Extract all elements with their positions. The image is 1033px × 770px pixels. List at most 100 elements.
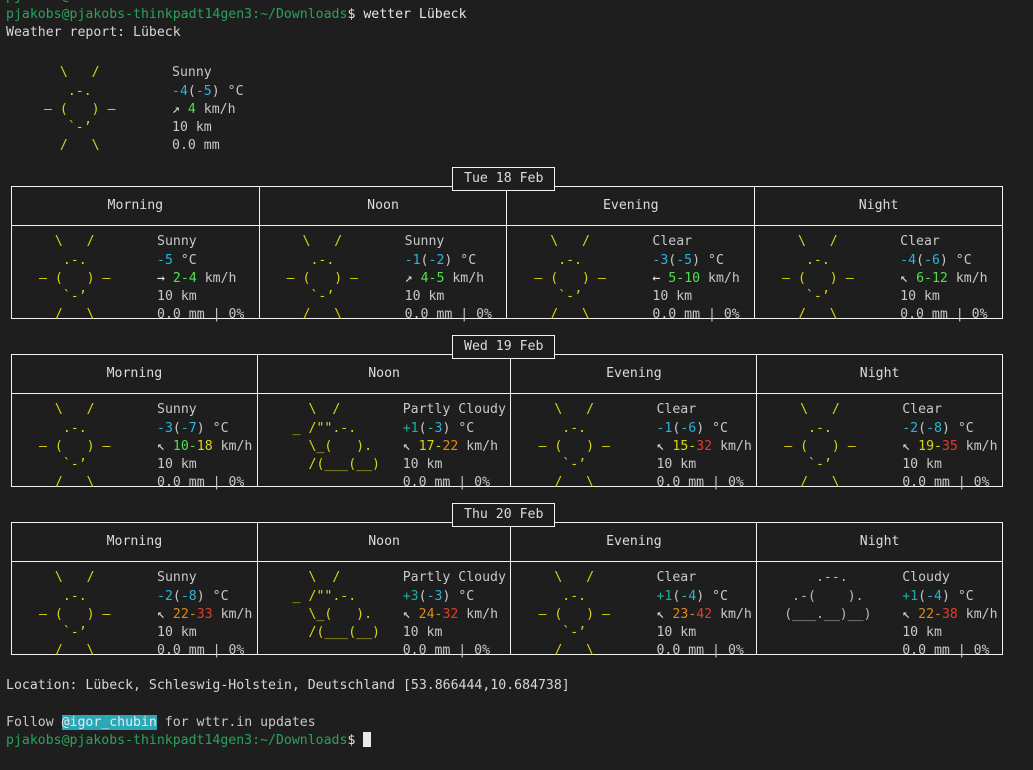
wind-speed-low: 15 xyxy=(672,438,689,454)
visibility: 10 km xyxy=(902,625,942,641)
temp-feels-like: -3 xyxy=(426,420,443,436)
forecast-cell: \ / .-. ― ( ) ― `-’ / \ Clear -3(-5) °C … xyxy=(506,226,754,322)
column-header-morning: Morning xyxy=(12,187,259,227)
wind-unit: km/h xyxy=(212,606,253,622)
wind-unit: km/h xyxy=(458,438,499,454)
follow-handle-link[interactable]: @igor_chubin xyxy=(61,714,157,730)
temp-unit: °C xyxy=(704,588,728,604)
art-line: ― ( ) ― xyxy=(44,101,116,117)
typed-command: wetter Lübeck xyxy=(363,7,467,22)
wind-arrow-icon: ↗ xyxy=(404,270,413,286)
art-line: .-. xyxy=(784,420,856,436)
art-line: ― ( ) ― xyxy=(39,438,111,454)
temperature: -2 xyxy=(157,588,173,604)
condition-text: Partly Cloudy xyxy=(402,402,506,418)
temp-feels-like: -4 xyxy=(926,588,942,604)
visibility: 10 km xyxy=(404,289,445,305)
visibility: 10 km xyxy=(157,625,197,641)
clipped-previous-line: pjakobs@ xyxy=(6,0,70,6)
follow-line: Follow @igor_chubin for wttr.in updates xyxy=(0,714,1033,732)
precipitation: 0.0 mm | 0% xyxy=(402,643,491,659)
wind-unit: km/h xyxy=(444,270,485,286)
temp-feels-like: -2 xyxy=(428,252,445,268)
condition-text: Cloudy xyxy=(902,570,950,586)
weather-art: \ / _ /"".-. \_( ). /(___(__) xyxy=(258,401,403,478)
precipitation: 0.0 mm | 0% xyxy=(902,643,990,659)
weather-art: \ / .-. ― ( ) ― `-’ / \ xyxy=(12,233,157,322)
wind-speed-low: 4 xyxy=(420,270,429,286)
wind-speed-high: 10 xyxy=(684,270,701,286)
temp-feels-like: -8 xyxy=(180,588,197,604)
precipitation: 0.0 mm | 0% xyxy=(656,475,744,491)
art-line: .-. xyxy=(44,83,116,99)
art-line: `-’ xyxy=(538,457,610,473)
temp-paren-close: ) xyxy=(692,252,701,268)
temp-feels-like: -6 xyxy=(924,252,940,268)
final-prompt-line[interactable]: pjakobs@pjakobs-thinkpadt14gen3:~/Downlo… xyxy=(0,732,1033,750)
wind-unit: km/h xyxy=(957,606,998,622)
temp-unit: °C xyxy=(204,420,229,436)
temp-unit: °C xyxy=(450,420,475,436)
art-line: ― ( ) ― xyxy=(784,438,856,454)
weather-art: \ / .-. ― ( ) ― `-’ / \ xyxy=(507,233,652,322)
wind-arrow-icon: ↖ xyxy=(900,270,909,286)
visibility: 10 km xyxy=(157,457,197,473)
forecast-cell: \ / .-. ― ( ) ― `-’ / \ Clear -2(-8) °C … xyxy=(756,394,1002,490)
temperature: -1 xyxy=(656,420,673,436)
art-line: ― ( ) ― xyxy=(782,270,854,286)
art-line: ― ( ) ― xyxy=(538,606,610,622)
weather-info: Partly Cloudy +3(-3) °C ↖ 24-32 km/h 10 … xyxy=(403,569,511,658)
art-line: `-’ xyxy=(39,457,111,473)
temperature: -3 xyxy=(157,420,173,436)
temperature: +1 xyxy=(656,588,673,604)
current-wind-speed: 4 xyxy=(187,101,196,117)
temp-paren-open: ( xyxy=(918,588,927,604)
art-line: / \ xyxy=(44,138,116,154)
precipitation: 0.0 mm | 0% xyxy=(652,307,740,323)
follow-prefix: Follow xyxy=(6,714,62,730)
current-condition: Sunny xyxy=(172,65,212,81)
prompt-path: ~/Downloads xyxy=(260,7,348,22)
art-line: \ / xyxy=(534,234,606,250)
current-wind-arrow-icon: ↗ xyxy=(172,101,180,117)
weather-art: \ / .-. ― ( ) ― `-’ / \ xyxy=(511,401,656,490)
visibility: 10 km xyxy=(157,289,197,305)
art-line: `-’ xyxy=(784,457,856,473)
art-line: \ / xyxy=(784,402,856,418)
weather-info: Clear -1(-6) °C ↖ 15-32 km/h 10 km 0.0 m… xyxy=(656,401,756,490)
art-line: _ /"".-. xyxy=(284,588,357,604)
wind-speed-high: 12 xyxy=(931,270,948,286)
column-header-morning: Morning xyxy=(12,523,257,563)
precipitation: 0.0 mm | 0% xyxy=(402,475,491,491)
forecast-cell: \ / .-. ― ( ) ― `-’ / \ Sunny -3(-7) °C … xyxy=(12,394,257,490)
prompt-colon: : xyxy=(252,7,261,22)
wind-speed-dash: - xyxy=(188,438,197,454)
temp-feels-like: -5 xyxy=(676,252,693,268)
wind-unit: km/h xyxy=(458,606,499,622)
column-header-night: Night xyxy=(754,187,1002,227)
weather-info: Sunny -3(-7) °C ↖ 10-18 km/h 10 km 0.0 m… xyxy=(157,401,257,490)
wind-unit: km/h xyxy=(196,270,237,286)
forecast-cell: .--. .-( ). (___.__)__) Cloudy +1(-4) °C … xyxy=(756,562,1002,658)
forecast-day-block: Thu 20 Feb Morning Noon Evening Night \ / .-… xyxy=(0,503,1033,671)
precipitation: 0.0 mm | 0% xyxy=(157,643,245,659)
temp-unit: °C xyxy=(949,588,974,604)
temp-unit: °C xyxy=(704,420,728,436)
weather-info: Clear -3(-5) °C ← 5-10 km/h 10 km 0.0 mm… xyxy=(652,233,754,322)
forecast-cell: \ / _ /"".-. \_( ). /(___(__) Partly Clou… xyxy=(256,562,511,658)
temperature: -4 xyxy=(900,252,917,268)
temp-feels-like: -6 xyxy=(680,420,697,436)
wind-speed-high: 38 xyxy=(941,606,958,622)
temp-feels-like: -4 xyxy=(680,588,697,604)
temperature: +1 xyxy=(902,588,919,604)
temp-unit: °C xyxy=(450,588,475,604)
wind-speed-high: 4 xyxy=(188,270,197,286)
art-line: .-. xyxy=(286,252,359,268)
column-header-evening: Evening xyxy=(510,355,757,395)
column-header-noon: Noon xyxy=(258,187,507,227)
current-temp-paren-open: ( xyxy=(187,83,196,99)
temp-paren-open: ( xyxy=(418,588,427,604)
current-precipitation: 0.0 mm xyxy=(172,138,220,154)
precipitation: 0.0 mm | 0% xyxy=(157,475,245,491)
